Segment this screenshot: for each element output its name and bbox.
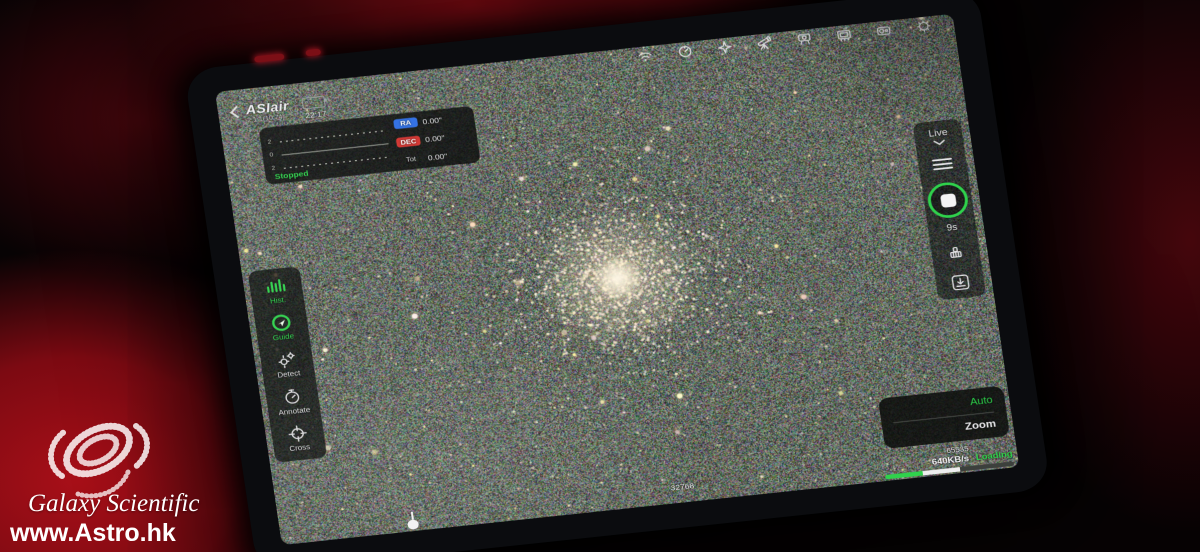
ra-badge: RA <box>393 117 418 129</box>
stretch-brush-icon[interactable] <box>944 243 968 263</box>
tool-label: Detect <box>277 369 301 379</box>
mount-gear-icon[interactable] <box>914 19 933 34</box>
tablet: ASIair 2.1.1(10.74) 22:17 2 0 2 <box>215 14 1020 545</box>
chevron-left-icon <box>230 106 244 118</box>
battery-full-icon <box>302 96 326 110</box>
save-icon[interactable] <box>948 272 972 292</box>
tool-label: Guide <box>272 332 294 342</box>
chevron-down-icon <box>932 139 947 147</box>
capture-stop-button[interactable] <box>926 180 971 219</box>
graph-scale-label: 2 <box>267 139 271 146</box>
galaxy-logo-icon <box>20 398 170 518</box>
guide-scope-icon <box>269 313 293 333</box>
histogram-icon <box>264 276 288 296</box>
watermark-site: www.Astro.hk <box>10 519 176 548</box>
live-mode-button[interactable]: Live <box>928 127 950 147</box>
graph-center-line <box>282 143 389 155</box>
watermark-brand: Galaxy Scientific <box>28 490 199 518</box>
telescope-icon[interactable] <box>755 36 774 51</box>
asiair-screen: ASIair 2.1.1(10.74) 22:17 2 0 2 <box>215 14 1020 545</box>
ra-readout: RA 0.00" <box>393 112 468 129</box>
detect-stars-icon <box>275 350 299 370</box>
dec-badge: DEC <box>396 135 421 147</box>
tool-label: Cross <box>289 443 311 453</box>
dec-value: 0.00" <box>424 133 445 144</box>
histogram-mid-value: 32768 <box>670 481 695 492</box>
main-camera-icon[interactable] <box>834 27 853 42</box>
tool-detect[interactable]: Detect <box>274 350 301 380</box>
gauge-icon[interactable] <box>676 44 695 59</box>
wifi-icon[interactable] <box>636 48 655 63</box>
exposure-time[interactable]: 9s <box>946 223 958 234</box>
guide-graph: 2 0 2 Stopped <box>266 119 394 179</box>
ra-value: 0.00" <box>422 115 443 126</box>
total-readout: Tot 0.00" <box>398 148 473 165</box>
graph-dashed-line <box>280 130 387 142</box>
stop-square-icon <box>940 193 957 208</box>
tool-label: Hist. <box>269 295 286 305</box>
total-value: 0.00" <box>427 151 448 162</box>
graph-scale-label: 0 <box>269 152 273 159</box>
annotate-icon <box>280 387 304 407</box>
back-button[interactable]: ASIair 2.1.1(10.74) <box>231 99 291 126</box>
focus-star-icon[interactable] <box>715 40 734 55</box>
guide-readouts: RA 0.00" DEC 0.00" Tot 0.00" <box>393 111 473 166</box>
filter-wheel-icon[interactable] <box>874 23 893 38</box>
tool-guide[interactable]: Guide <box>269 313 295 343</box>
tool-label: Annotate <box>278 406 311 417</box>
graph-scale-label: 2 <box>271 165 275 172</box>
tool-histogram[interactable]: Hist. <box>264 276 290 306</box>
guide-status: Stopped <box>274 169 309 181</box>
histogram-slider-handle[interactable] <box>407 519 419 530</box>
watermark: Galaxy Scientific www.Astro.hk <box>6 420 246 550</box>
crosshair-icon <box>285 424 309 444</box>
download-speed: 640KB/s <box>931 454 970 468</box>
tool-annotate[interactable]: Annotate <box>275 386 311 417</box>
menu-icon[interactable] <box>930 156 956 173</box>
dec-readout: DEC 0.00" <box>396 130 471 147</box>
photo-background: ASIair 2.1.1(10.74) 22:17 2 0 2 <box>0 0 1200 552</box>
tool-cross[interactable]: Cross <box>285 424 311 454</box>
graph-dashed-line <box>284 157 391 169</box>
battery-status: 22:17 <box>302 96 328 120</box>
loading-label: Loading <box>975 449 1013 463</box>
guide-camera-icon[interactable] <box>795 31 814 46</box>
total-badge: Tot <box>398 153 423 165</box>
